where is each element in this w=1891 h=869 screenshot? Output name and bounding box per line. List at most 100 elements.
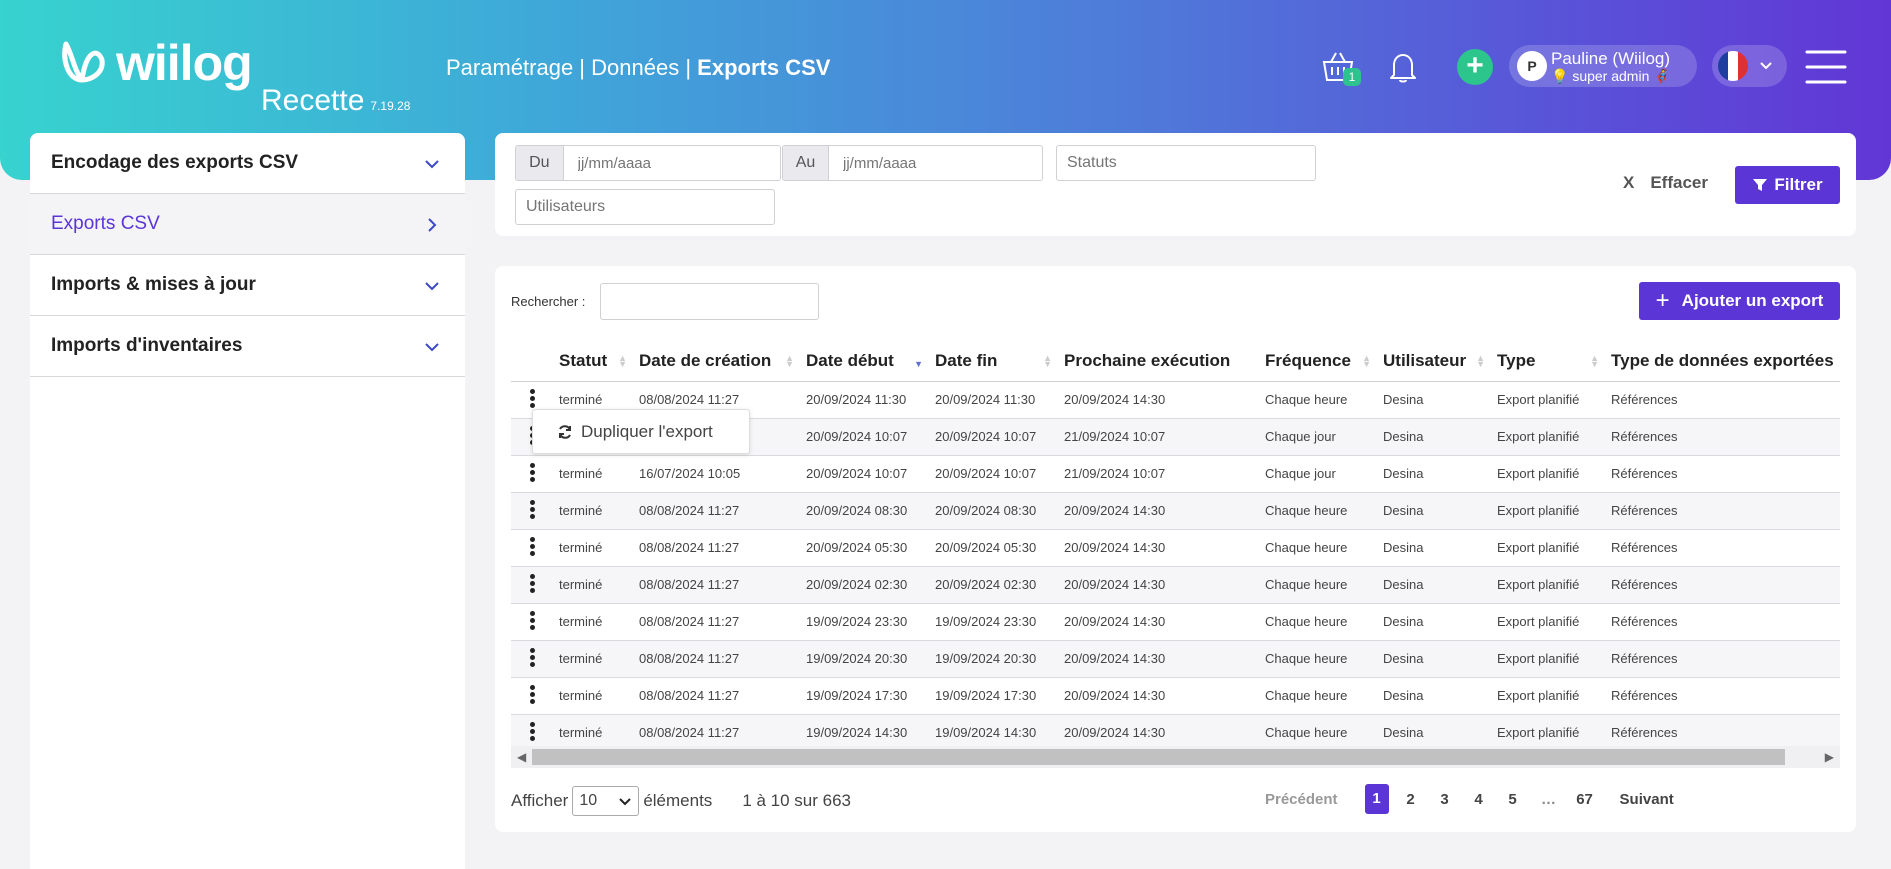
cell-frequence: Chaque heure xyxy=(1259,677,1377,715)
more-vertical-icon[interactable] xyxy=(529,646,535,669)
cell-type: Export planifié xyxy=(1491,455,1605,493)
search-input[interactable] xyxy=(600,283,819,320)
cell-type-donnees: Références xyxy=(1605,677,1840,715)
page-button-5[interactable]: 5 xyxy=(1496,791,1530,808)
language-selector[interactable] xyxy=(1712,45,1787,87)
pagination: Précédent 1 2 3 4 5 … 67 Suivant xyxy=(1265,784,1674,814)
next-page-button[interactable]: Suivant xyxy=(1620,791,1674,808)
sidebar-item-encodage[interactable]: Encodage des exports CSV xyxy=(30,133,465,194)
page-button-67[interactable]: 67 xyxy=(1568,791,1602,808)
quick-add-button[interactable]: + xyxy=(1457,49,1493,85)
filter-button[interactable]: Filtrer xyxy=(1735,166,1840,204)
env-name: Recette xyxy=(261,84,365,117)
date-from-input[interactable] xyxy=(563,146,780,180)
cell-date-creation: 08/08/2024 11:27 xyxy=(633,566,800,604)
logo-text: wiilog xyxy=(116,35,253,91)
cell-frequence: Chaque heure xyxy=(1259,714,1377,746)
cell-type-donnees: Références xyxy=(1605,455,1840,493)
wiilog-logo[interactable]: wiilog xyxy=(60,35,253,91)
cell-date-debut: 20/09/2024 05:30 xyxy=(800,529,929,567)
cell-statut: terminé xyxy=(553,714,633,746)
page-button-4[interactable]: 4 xyxy=(1462,791,1496,808)
more-vertical-icon[interactable] xyxy=(529,387,535,410)
table-row: terminé 08/08/2024 11:27 19/09/2024 23:30 1… xyxy=(511,603,1840,641)
column-header-prochaine-execution[interactable]: Prochaine exécution xyxy=(1058,342,1259,382)
more-vertical-icon[interactable] xyxy=(529,498,535,521)
column-header-statut[interactable]: Statut ▲ ▼ xyxy=(553,342,633,382)
cell-statut: terminé xyxy=(553,640,633,678)
cell-date-fin: 19/09/2024 23:30 xyxy=(929,603,1058,641)
column-header-date-creation[interactable]: Date de création ▲ ▼ xyxy=(633,342,800,382)
user-menu[interactable]: P Pauline (Wiilog) 💡 super admin 🦸 xyxy=(1509,45,1697,87)
date-to-input[interactable] xyxy=(829,146,1042,180)
column-header-type[interactable]: Type ▲ ▼ xyxy=(1491,342,1605,382)
horizontal-scrollbar[interactable]: ◀ ▶ xyxy=(511,746,1840,768)
table-row: terminé 08/08/2024 11:27 20/09/2024 08:30 2… xyxy=(511,492,1840,530)
row-menu-cell xyxy=(511,566,553,604)
clear-filters-button[interactable]: X Effacer xyxy=(1623,173,1708,193)
cell-date-creation: 08/08/2024 11:27 xyxy=(633,529,800,567)
table-row: terminé 08/08/2024 11:27 19/09/2024 17:30 1… xyxy=(511,677,1840,715)
cell-frequence: Chaque heure xyxy=(1259,640,1377,678)
date-from-group: Du xyxy=(515,145,781,181)
cell-type-donnees: Références xyxy=(1605,640,1840,678)
row-menu-cell xyxy=(511,603,553,641)
more-vertical-icon[interactable] xyxy=(529,683,535,706)
wiilog-logo-icon xyxy=(62,41,105,83)
page-button-2[interactable]: 2 xyxy=(1394,791,1428,808)
cell-date-creation: 08/08/2024 11:27 xyxy=(633,714,800,746)
cell-statut: terminé xyxy=(553,492,633,530)
cell-date-debut: 19/09/2024 20:30 xyxy=(800,640,929,678)
row-menu-cell xyxy=(511,455,553,493)
exports-table-card: Rechercher : + Ajouter un export Statut ▲… xyxy=(495,266,1856,832)
cell-statut: terminé xyxy=(553,677,633,715)
row-action-popup[interactable]: Dupliquer l'export xyxy=(532,409,750,454)
column-header-frequence[interactable]: Fréquence ▲ ▼ xyxy=(1259,342,1377,382)
breadcrumb-parametrage[interactable]: Paramétrage xyxy=(446,55,573,80)
column-header-date-debut[interactable]: Date début ▼ xyxy=(800,342,929,382)
cell-statut: terminé xyxy=(553,529,633,567)
cell-date-creation: 08/08/2024 11:27 xyxy=(633,492,800,530)
scroll-left-arrow-icon[interactable]: ◀ xyxy=(517,750,526,764)
scroll-right-arrow-icon[interactable]: ▶ xyxy=(1825,750,1834,764)
breadcrumb-donnees[interactable]: Données xyxy=(591,55,679,80)
page-button-1[interactable]: 1 xyxy=(1364,784,1389,814)
sidebar-item-imports-inventaires[interactable]: Imports d'inventaires xyxy=(30,316,465,377)
users-select[interactable] xyxy=(515,189,775,225)
column-header-date-fin[interactable]: Date fin ▲ ▼ xyxy=(929,342,1058,382)
page-size-select[interactable]: 10 xyxy=(572,786,640,816)
statuses-select[interactable] xyxy=(1056,145,1316,181)
cell-date-creation: 08/08/2024 11:27 xyxy=(633,603,800,641)
cell-date-creation: 16/07/2024 10:05 xyxy=(633,455,800,493)
hamburger-menu-icon[interactable] xyxy=(1805,49,1847,85)
more-vertical-icon[interactable] xyxy=(529,720,535,743)
notification-bell-icon[interactable] xyxy=(1385,49,1421,85)
sidebar-item-label: Imports & mises à jour xyxy=(51,274,256,295)
cell-utilisateur: Desina xyxy=(1377,566,1491,604)
add-export-label: Ajouter un export xyxy=(1681,291,1824,310)
pagination-ellipsis: … xyxy=(1541,790,1557,808)
column-header-utilisateur[interactable]: Utilisateur ▲ ▼ xyxy=(1377,342,1491,382)
sidebar-item-imports[interactable]: Imports & mises à jour xyxy=(30,255,465,316)
column-header-type-donnees[interactable]: Type de données exportées xyxy=(1605,342,1840,382)
cell-date-debut: 20/09/2024 10:07 xyxy=(800,455,929,493)
cell-date-fin: 20/09/2024 02:30 xyxy=(929,566,1058,604)
cell-type: Export planifié xyxy=(1491,492,1605,530)
cell-date-debut: 20/09/2024 11:30 xyxy=(800,381,929,419)
cell-prochaine-execution: 20/09/2024 14:30 xyxy=(1058,603,1259,641)
scrollbar-thumb[interactable] xyxy=(532,749,1785,765)
cell-type-donnees: Références xyxy=(1605,603,1840,641)
add-export-button[interactable]: + Ajouter un export xyxy=(1639,282,1840,320)
page-button-3[interactable]: 3 xyxy=(1428,791,1462,808)
cell-utilisateur: Desina xyxy=(1377,381,1491,419)
more-vertical-icon[interactable] xyxy=(529,609,535,632)
sidebar-item-exports-csv[interactable]: Exports CSV xyxy=(30,194,465,255)
previous-page-button[interactable]: Précédent xyxy=(1265,791,1338,808)
more-vertical-icon[interactable] xyxy=(529,535,535,558)
chevron-down-icon xyxy=(425,343,439,352)
more-vertical-icon[interactable] xyxy=(529,572,535,595)
cell-utilisateur: Desina xyxy=(1377,529,1491,567)
more-vertical-icon[interactable] xyxy=(529,461,535,484)
cell-type-donnees: Références xyxy=(1605,714,1840,746)
cell-frequence: Chaque heure xyxy=(1259,381,1377,419)
